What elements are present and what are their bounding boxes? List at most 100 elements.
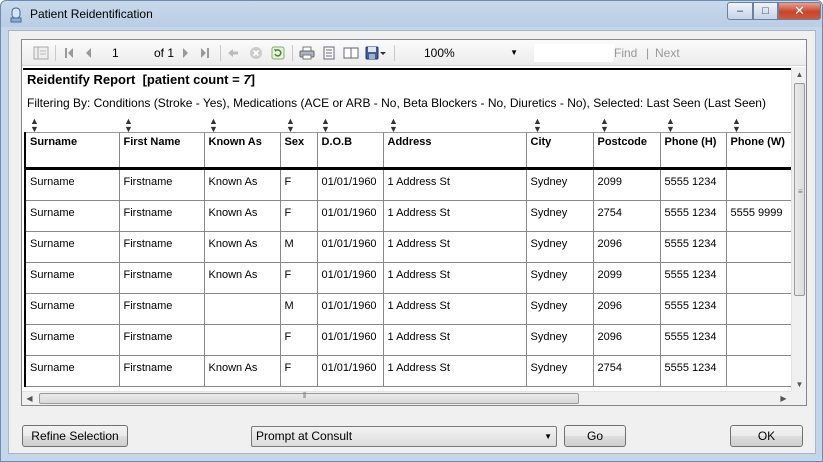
cell-surname: Surname [24,293,119,325]
minimize-button[interactable]: – [727,2,753,20]
document-map-icon[interactable] [32,45,50,61]
patient-count-label: [patient count = [142,72,244,87]
cell-dob: 01/01/1960 [316,200,383,232]
cell-known-as [203,324,280,356]
app-icon [10,7,22,23]
action-select[interactable]: Prompt at Consult ▼ [251,426,557,447]
previous-page-icon[interactable] [82,45,94,61]
scroll-left-icon[interactable]: ◀ [22,392,37,406]
cell-postcode: 2096 [592,231,660,263]
cell-phone-home: 5555 1234 [659,355,726,387]
sort-icon[interactable]: ▲ ▼ [533,117,542,134]
find-input[interactable] [534,44,614,62]
cell-phone-work [725,262,792,294]
cell-sex: F [279,168,317,201]
cell-sex: M [279,293,317,325]
minimize-icon: – [736,5,744,17]
maximize-button[interactable]: □ [753,2,778,20]
first-page-icon[interactable] [62,45,76,61]
report-title-text: Reidentify Report [27,72,136,87]
column-header-dob[interactable]: D.O.B [316,132,383,170]
page-setup-icon[interactable] [342,45,360,61]
horizontal-scroll-thumb[interactable]: ⦀ [39,391,579,404]
refresh-icon[interactable] [270,45,286,61]
column-header-first-name[interactable]: First Name [118,132,204,170]
column-header-city[interactable]: City [525,132,593,170]
zoom-select[interactable]: 100% ▼ [418,44,522,62]
report-title: Reidentify Report [patient count = 7] [27,72,255,87]
cell-address: 1 Address St [382,231,526,263]
cell-dob: 01/01/1960 [316,355,383,387]
ok-button[interactable]: OK [730,425,803,447]
cell-known-as: Known As [203,200,280,232]
cell-city: Sydney [525,293,593,325]
close-icon: ✕ [794,3,805,18]
sort-icon[interactable]: ▲ ▼ [732,117,741,134]
export-icon[interactable] [364,45,388,61]
refine-selection-label: Refine Selection [31,429,119,443]
sort-icon[interactable]: ▲ ▼ [666,117,675,134]
table-row: Surname Firstname F 01/01/1960 1 Address… [24,324,792,356]
sort-icon[interactable]: ▲ ▼ [209,117,218,134]
sort-icon[interactable]: ▲ ▼ [30,117,39,134]
sort-icon[interactable]: ▲ ▼ [286,117,295,134]
chevron-down-icon: ▼ [510,48,518,57]
scroll-right-icon[interactable]: ▶ [776,392,791,406]
cell-dob: 01/01/1960 [316,168,383,201]
cell-surname: Surname [24,324,119,356]
cell-postcode: 2096 [592,293,660,325]
title-bar[interactable]: Patient Reidentification – □ ✕ [1,1,822,28]
cell-dob: 01/01/1960 [316,231,383,263]
vertical-scroll-thumb[interactable]: ≡ [794,83,805,296]
sort-icon[interactable]: ▲ ▼ [124,117,133,134]
print-layout-icon[interactable] [320,45,338,61]
find-next-link[interactable]: Next [655,46,680,60]
go-button[interactable]: Go [564,425,626,447]
patient-table: Surname First Name Known As Sex D.O.B Ad… [24,132,792,387]
column-header-sex[interactable]: Sex [279,132,317,170]
sort-icon[interactable]: ▲ ▼ [389,117,398,134]
column-header-postcode[interactable]: Postcode [592,132,660,170]
column-header-phone-home[interactable]: Phone (H) [659,132,726,170]
report-content: Reidentify Report [patient count = 7] Fi… [23,67,792,392]
cell-city: Sydney [525,262,593,294]
next-page-icon[interactable] [180,45,192,61]
page-number-input[interactable]: 1 [108,44,146,62]
cell-surname: Surname [24,168,119,201]
refine-selection-button[interactable]: Refine Selection [22,425,128,447]
horizontal-scrollbar[interactable]: ◀ ⦀ ▶ [22,391,791,405]
cell-first-name: Firstname [118,262,204,294]
sort-icon[interactable]: ▲ ▼ [600,117,609,134]
cell-city: Sydney [525,355,593,387]
close-button[interactable]: ✕ [778,2,821,20]
find-link[interactable]: Find [614,46,637,60]
go-label: Go [586,429,603,443]
report-top-rule [23,68,792,70]
toolbar-separator [220,45,221,61]
sort-icon[interactable]: ▲ ▼ [321,117,330,134]
cell-postcode: 2754 [592,200,660,232]
table-header-row: Surname First Name Known As Sex D.O.B Ad… [24,132,792,170]
chevron-down-icon: ▼ [544,432,552,441]
column-header-known-as[interactable]: Known As [203,132,280,170]
cell-phone-work [725,231,792,263]
print-icon[interactable] [298,45,316,61]
column-header-address[interactable]: Address [382,132,526,170]
scroll-down-icon[interactable]: ▼ [792,377,807,392]
cell-first-name: Firstname [118,231,204,263]
stop-icon[interactable] [248,45,264,61]
cell-sex: F [279,262,317,294]
back-icon[interactable] [226,45,240,61]
dialog-client-area: 1 of 1 100% ▼ Find | Next Reidentify Rep… [8,30,816,454]
last-page-icon[interactable] [198,45,212,61]
cell-surname: Surname [24,355,119,387]
cell-city: Sydney [525,168,593,201]
column-header-surname[interactable]: Surname [24,132,119,170]
table-row: Surname Firstname Known As F 01/01/1960 … [24,262,792,294]
column-header-phone-work[interactable]: Phone (W) [725,132,792,170]
table-row: Surname Firstname M 01/01/1960 1 Address… [24,293,792,325]
vertical-scrollbar[interactable]: ▲ ≡ ▼ [791,67,806,392]
action-select-value: Prompt at Consult [256,429,353,443]
scroll-up-icon[interactable]: ▲ [792,67,807,82]
cell-address: 1 Address St [382,355,526,387]
